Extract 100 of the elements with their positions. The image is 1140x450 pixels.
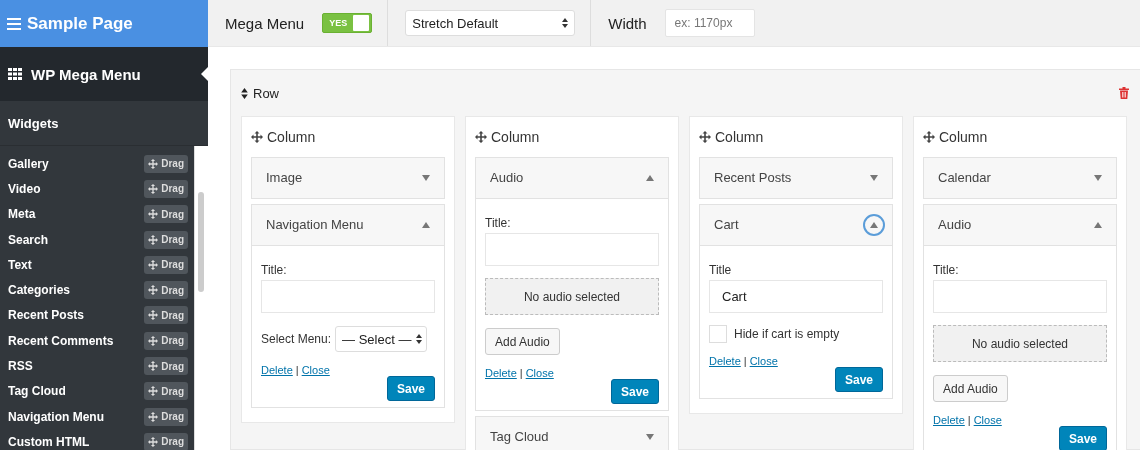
page-title: Sample Page — [27, 13, 133, 34]
scrollbar[interactable] — [194, 146, 208, 450]
widget-name: Recent Comments — [8, 333, 114, 348]
scrollbar-thumb[interactable] — [198, 192, 204, 292]
widget-title: Navigation Menu — [266, 218, 364, 232]
drag-button[interactable]: Drag — [144, 432, 188, 450]
move-icon — [148, 158, 159, 169]
checkbox[interactable] — [709, 325, 727, 343]
checkbox-label: Hide if cart is empty — [734, 327, 840, 341]
title-label: Title — [709, 263, 733, 277]
widget-name: Navigation Menu — [8, 409, 104, 424]
drag-button[interactable]: Drag — [144, 306, 188, 325]
menu-icon[interactable] — [7, 17, 21, 30]
save-button[interactable]: Save — [386, 376, 435, 401]
audio-drop-field[interactable]: No audio selected — [933, 325, 1107, 362]
title-field[interactable]: Cart — [709, 280, 883, 313]
widget-name: Gallery — [8, 156, 49, 171]
add-audio-button[interactable]: Add Audio — [933, 375, 1008, 402]
close-link[interactable]: Close — [525, 367, 554, 379]
stretch-select[interactable]: Stretch Default — [405, 10, 576, 36]
title-field[interactable] — [933, 280, 1107, 313]
drag-button[interactable]: Drag — [144, 407, 188, 426]
widget-title: Recent Posts — [714, 171, 792, 185]
save-button[interactable]: Save — [834, 367, 883, 392]
widget-title: Cart — [714, 218, 739, 232]
close-link[interactable]: Close — [749, 355, 778, 367]
width-field[interactable]: ex: 1170px — [664, 9, 755, 37]
link-separator: | — [519, 367, 523, 379]
add-audio-button[interactable]: Add Audio — [485, 328, 560, 355]
widget-name: Search — [8, 232, 49, 247]
move-icon — [148, 285, 159, 296]
title-field[interactable] — [485, 233, 659, 266]
widget-header[interactable]: Cart — [699, 204, 893, 246]
move-icon — [148, 209, 159, 220]
move-icon — [148, 361, 159, 371]
save-button[interactable]: Save — [610, 379, 659, 404]
widget-header[interactable]: Audio — [475, 157, 669, 199]
drag-button[interactable]: Drag — [144, 154, 188, 173]
widget-title: Image — [266, 171, 303, 185]
drag-button[interactable]: Drag — [144, 230, 188, 249]
drag-button[interactable]: Drag — [144, 382, 188, 401]
title-label: Title: — [485, 216, 512, 230]
widget-header[interactable]: Recent Posts — [699, 157, 893, 199]
widget-header[interactable]: Tag Cloud — [475, 416, 669, 450]
delete-link[interactable]: Delete — [485, 367, 517, 379]
drag-button[interactable]: Drag — [144, 281, 188, 300]
widget-name: Categories — [8, 283, 71, 298]
widget-title: Audio — [490, 171, 524, 185]
delete-link[interactable]: Delete — [933, 414, 965, 426]
widget-header[interactable]: Navigation Menu — [251, 204, 445, 246]
grid-icon — [8, 68, 22, 80]
move-icon — [148, 310, 159, 321]
mega-menu-label: Mega Menu — [225, 14, 305, 32]
move-icon — [148, 183, 159, 194]
widget-name: Recent Posts — [8, 308, 85, 323]
widget-header[interactable]: Calendar — [923, 157, 1117, 199]
column-handle[interactable]: Column — [475, 117, 669, 157]
move-icon — [148, 259, 159, 270]
title-label: Title: — [261, 263, 288, 277]
widget-name: Custom HTML — [8, 434, 90, 449]
plugin-title: WP Mega Menu — [31, 65, 141, 83]
save-button[interactable]: Save — [1058, 426, 1107, 450]
toggle-label: YES — [329, 18, 348, 28]
link-separator: | — [295, 364, 299, 376]
widget-name: Meta — [8, 207, 36, 222]
toggle-knob — [353, 15, 370, 31]
column-handle[interactable]: Column — [251, 117, 445, 157]
menu-select[interactable]: — Select — — [335, 326, 428, 352]
drag-button[interactable]: Drag — [144, 331, 188, 350]
column-handle[interactable]: Column — [923, 117, 1117, 157]
drag-button[interactable]: Drag — [144, 179, 188, 198]
column-handle[interactable]: Column — [699, 117, 893, 157]
move-icon — [148, 234, 159, 245]
widget-title: Tag Cloud — [490, 430, 549, 444]
widget-header[interactable]: Audio — [923, 204, 1117, 246]
select-menu-label: Select Menu: — [261, 332, 332, 346]
width-label: Width — [608, 14, 647, 32]
trash-icon[interactable] — [1119, 87, 1129, 99]
title-label: Title: — [933, 263, 960, 277]
close-link[interactable]: Close — [301, 364, 330, 376]
widget-name: RSS — [8, 359, 33, 373]
link-separator: | — [743, 355, 747, 367]
move-icon — [148, 436, 159, 447]
widget-header[interactable]: Image — [251, 157, 445, 199]
title-field[interactable] — [261, 280, 435, 313]
drag-button[interactable]: Drag — [144, 255, 188, 274]
widget-name: Text — [8, 257, 32, 272]
delete-link[interactable]: Delete — [261, 364, 293, 376]
delete-link[interactable]: Delete — [709, 355, 741, 367]
move-icon — [148, 386, 159, 397]
widgets-heading: Widgets — [0, 101, 208, 146]
move-icon — [148, 411, 159, 422]
drag-button[interactable]: Drag — [144, 205, 188, 224]
audio-drop-field[interactable]: No audio selected — [485, 278, 659, 315]
close-link[interactable]: Close — [973, 414, 1002, 426]
widget-name: Tag Cloud — [8, 384, 66, 399]
row-handle[interactable]: Row — [241, 85, 279, 101]
panel-pointer — [201, 67, 208, 81]
drag-button[interactable]: Drag — [144, 357, 188, 375]
widget-title: Audio — [938, 218, 972, 232]
